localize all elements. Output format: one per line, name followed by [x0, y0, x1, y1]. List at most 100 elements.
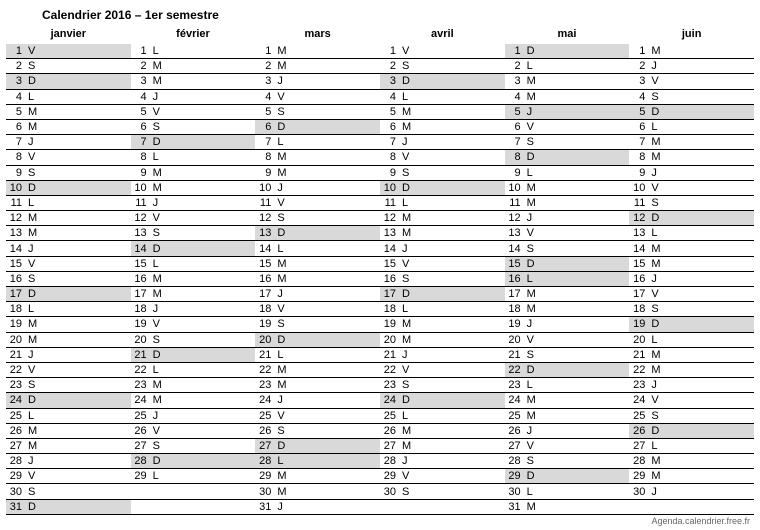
- day-of-week: S: [26, 273, 42, 285]
- day-row: 16M: [131, 272, 256, 287]
- day-of-week: S: [26, 486, 42, 498]
- day-number: 18: [255, 303, 275, 315]
- day-number: 6: [380, 121, 400, 133]
- day-number: 6: [505, 121, 525, 133]
- day-of-week: V: [26, 258, 42, 270]
- day-of-week: M: [525, 410, 541, 422]
- day-row: 13L: [629, 226, 754, 241]
- day-number: 27: [505, 440, 525, 452]
- day-row: 22V: [6, 363, 131, 378]
- day-number: 11: [131, 197, 151, 209]
- day-of-week: L: [275, 349, 291, 361]
- day-number: 24: [380, 394, 400, 406]
- day-of-week: M: [649, 364, 665, 376]
- day-of-week: D: [26, 182, 42, 194]
- day-number: 4: [380, 91, 400, 103]
- day-number: 1: [6, 45, 26, 57]
- day-number: 15: [131, 258, 151, 270]
- day-number: 3: [6, 75, 26, 87]
- day-number: 10: [131, 182, 151, 194]
- day-row: 3V: [629, 74, 754, 89]
- day-number: 14: [629, 243, 649, 255]
- day-of-week: S: [649, 197, 665, 209]
- day-row: 21S: [505, 348, 630, 363]
- day-row: 7L: [255, 135, 380, 150]
- day-row: 29M: [629, 469, 754, 484]
- day-of-week: L: [26, 91, 42, 103]
- day-number: 28: [255, 455, 275, 467]
- day-of-week: S: [400, 167, 416, 179]
- day-row: 5M: [380, 105, 505, 120]
- day-row: 15V: [380, 257, 505, 272]
- calendar-page: Calendrier 2016 – 1er semestre janvierfé…: [0, 0, 760, 517]
- day-row: 28M: [629, 454, 754, 469]
- day-number: 26: [380, 425, 400, 437]
- day-of-week: D: [26, 75, 42, 87]
- day-of-week: J: [275, 288, 291, 300]
- day-row: 22M: [255, 363, 380, 378]
- day-row: 1M: [255, 44, 380, 59]
- day-number: 31: [255, 501, 275, 513]
- day-number: 12: [629, 212, 649, 224]
- day-row: 12M: [380, 211, 505, 226]
- day-of-week: S: [525, 136, 541, 148]
- day-number: 2: [131, 60, 151, 72]
- day-number: 21: [629, 349, 649, 361]
- day-number: 6: [131, 121, 151, 133]
- day-of-week: M: [26, 440, 42, 452]
- day-number: 10: [380, 182, 400, 194]
- day-row: 27M: [380, 439, 505, 454]
- day-of-week: J: [525, 318, 541, 330]
- day-row: 14S: [505, 241, 630, 256]
- day-number: 21: [505, 349, 525, 361]
- day-row: 28L: [255, 454, 380, 469]
- day-row: 20M: [380, 333, 505, 348]
- day-number: 25: [131, 410, 151, 422]
- day-number: 3: [629, 75, 649, 87]
- day-row: 18L: [380, 302, 505, 317]
- day-number: 23: [255, 379, 275, 391]
- day-number: 5: [131, 106, 151, 118]
- day-row: 2M: [255, 59, 380, 74]
- day-row: 8M: [629, 150, 754, 165]
- day-row: 29V: [380, 469, 505, 484]
- day-row: 11J: [131, 196, 256, 211]
- day-number: 21: [380, 349, 400, 361]
- day-number: 18: [505, 303, 525, 315]
- day-number: 25: [6, 410, 26, 422]
- day-number: 18: [380, 303, 400, 315]
- day-row: 7J: [6, 135, 131, 150]
- day-of-week: M: [26, 121, 42, 133]
- day-row: 7D: [131, 135, 256, 150]
- day-of-week: D: [151, 136, 167, 148]
- day-of-week: V: [275, 303, 291, 315]
- day-of-week: D: [26, 288, 42, 300]
- day-row: 6S: [131, 120, 256, 135]
- day-of-week: J: [275, 182, 291, 194]
- day-of-week: M: [151, 379, 167, 391]
- day-row: 18S: [629, 302, 754, 317]
- day-of-week: M: [525, 303, 541, 315]
- day-of-week: S: [151, 121, 167, 133]
- day-of-week: D: [525, 151, 541, 163]
- day-number: 15: [505, 258, 525, 270]
- day-number: 24: [255, 394, 275, 406]
- day-row: 15M: [255, 257, 380, 272]
- day-number: 5: [255, 106, 275, 118]
- day-row: 6L: [629, 120, 754, 135]
- day-of-week: V: [26, 45, 42, 57]
- day-number: 22: [505, 364, 525, 376]
- day-of-week: M: [151, 60, 167, 72]
- day-row: 10D: [380, 181, 505, 196]
- day-number: 9: [6, 167, 26, 179]
- day-row: 4L: [6, 90, 131, 105]
- day-number: 11: [6, 197, 26, 209]
- day-of-week: J: [26, 349, 42, 361]
- day-row: 10M: [131, 181, 256, 196]
- day-row: 3M: [505, 74, 630, 89]
- day-row: 26D: [629, 424, 754, 439]
- day-row: 12V: [131, 211, 256, 226]
- day-of-week: D: [525, 470, 541, 482]
- day-number: 17: [131, 288, 151, 300]
- day-of-week: M: [400, 440, 416, 452]
